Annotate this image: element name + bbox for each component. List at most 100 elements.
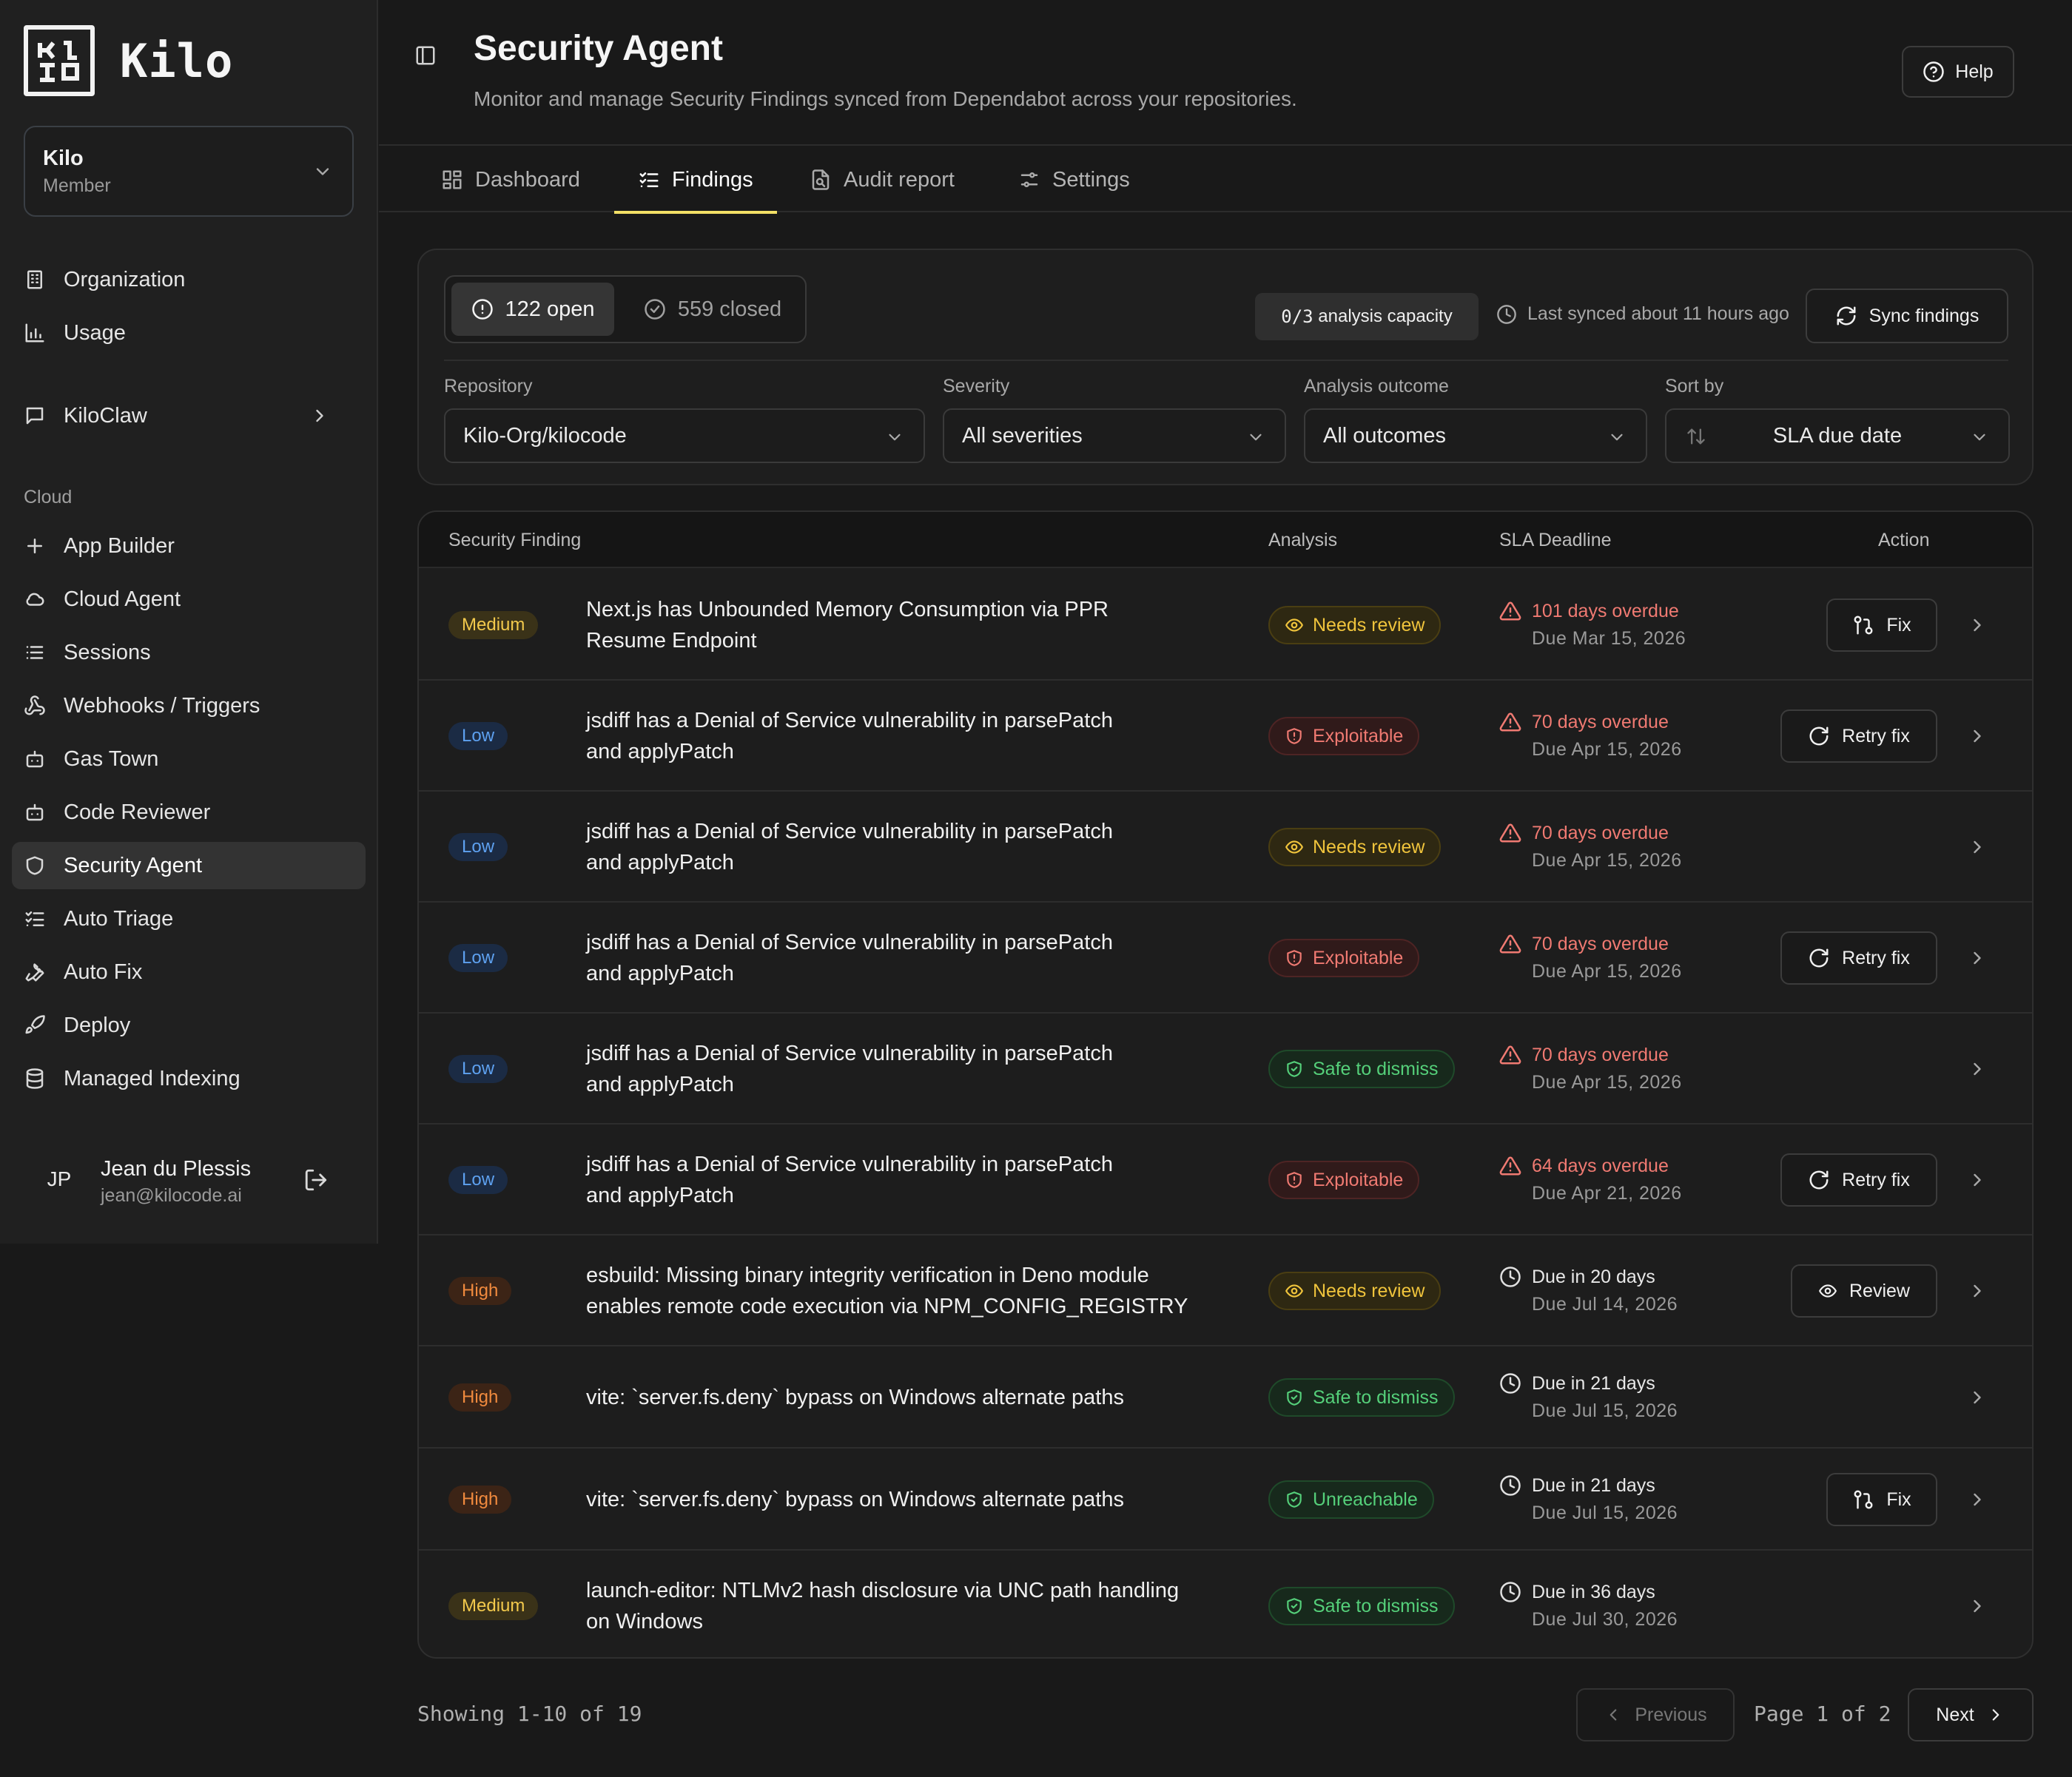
avatar[interactable]: JP [24,1156,95,1203]
chevron-right-icon[interactable] [1967,837,1988,857]
finding-title[interactable]: jsdiff has a Denial of Service vulnerabi… [586,1149,1230,1211]
finding-title-line: jsdiff has a Denial of Service vulnerabi… [586,820,1113,843]
closed-findings-toggle[interactable]: 559 closed [629,283,796,336]
sidebar-item-gas-town[interactable]: Gas Town [12,735,366,783]
logout-icon[interactable] [303,1167,329,1193]
table-row[interactable]: High vite: `server.fs.deny` bypass on Win… [419,1449,2032,1551]
review-button[interactable]: Review [1791,1264,1937,1318]
chevron-right-icon[interactable] [1967,948,1988,968]
analysis-badge: Unreachable [1268,1480,1434,1519]
finding-title[interactable]: launch-editor: NTLMv2 hash disclosure vi… [586,1575,1230,1637]
sidebar-item-auto-fix[interactable]: Auto Fix [12,948,366,996]
retry-fix-button[interactable]: Retry fix [1780,1153,1937,1207]
chevron-right-icon[interactable] [1967,726,1988,746]
file-audit-icon [810,169,832,191]
chevron-right-icon[interactable] [1967,1170,1988,1190]
divider [444,360,2008,361]
table-row[interactable]: Low jsdiff has a Denial of Service vulner… [419,1014,2032,1124]
sidebar-item-app-builder[interactable]: App Builder [12,522,366,570]
org-switcher[interactable]: Kilo Member [24,126,354,217]
chevron-right-icon[interactable] [1967,1387,1988,1408]
analysis-outcome-select[interactable]: All outcomes [1304,408,1647,463]
finding-title[interactable]: jsdiff has a Denial of Service vulnerabi… [586,927,1230,989]
fix-button[interactable]: Fix [1826,1473,1937,1526]
finding-title-line: and applyPatch [586,962,734,985]
chevron-left-icon [1604,1705,1623,1724]
chevron-right-icon[interactable] [1967,1596,1988,1616]
analysis-label: Safe to dismiss [1313,1386,1439,1408]
analysis-label: Needs review [1313,614,1425,635]
finding-title-line: and applyPatch [586,740,734,763]
finding-title[interactable]: vite: `server.fs.deny` bypass on Windows… [586,1382,1230,1413]
previous-page-button[interactable]: Previous [1576,1688,1735,1741]
severity-label: Severity [943,376,1010,397]
next-page-button[interactable]: Next [1908,1688,2034,1741]
table-row[interactable]: High esbuild: Missing binary integrity ve… [419,1235,2032,1346]
clock-icon [1499,1581,1521,1603]
sidebar-item-code-reviewer[interactable]: Code Reviewer [12,789,366,836]
severity-value: All severities [962,423,1083,448]
finding-title[interactable]: vite: `server.fs.deny` bypass on Windows… [586,1484,1230,1515]
logo[interactable]: Kilo [24,25,233,96]
sidebar-item-label: Usage [64,320,126,345]
chevron-right-icon[interactable] [1967,615,1988,635]
capacity-text: analysis capacity [1318,306,1453,326]
table-row[interactable]: Low jsdiff has a Denial of Service vulner… [419,792,2032,903]
table-row[interactable]: Medium launch-editor: NTLMv2 hash disclos… [419,1551,2032,1657]
page-header: Security Agent Monitor and manage Securi… [379,0,2072,146]
tab-audit-report[interactable]: Audit report [810,147,955,212]
retry-fix-button[interactable]: Retry fix [1780,709,1937,763]
finding-title[interactable]: Next.js has Unbounded Memory Consumption… [586,594,1230,656]
finding-title[interactable]: esbuild: Missing binary integrity verifi… [586,1260,1230,1322]
analysis-badge: Exploitable [1268,717,1420,755]
repository-select[interactable]: Kilo-Org/kilocode [444,408,925,463]
bot-icon [24,748,46,770]
sidebar-item-cloud-agent[interactable]: Cloud Agent [12,576,366,623]
fix-button[interactable]: Fix [1826,598,1937,652]
help-button[interactable]: Help [1902,46,2014,98]
open-findings-toggle[interactable]: 122 open [451,283,614,336]
repository-label: Repository [444,376,533,397]
chevron-right-icon[interactable] [1967,1489,1988,1510]
column-header-sla: SLA Deadline [1499,530,1612,550]
sidebar-item-security-agent[interactable]: Security Agent [12,842,366,889]
action-label: Review [1849,1280,1910,1301]
sidebar-item-label: Auto Triage [64,906,174,931]
finding-title[interactable]: jsdiff has a Denial of Service vulnerabi… [586,816,1230,878]
shield-alert-icon [1285,726,1304,746]
showing-range: Showing 1-10 of 19 [417,1702,642,1726]
rocket-icon [24,1014,46,1036]
sync-findings-button[interactable]: Sync findings [1806,289,2008,343]
action-label: Fix [1886,1488,1911,1510]
webhook-icon [24,695,46,717]
table-row[interactable]: Low jsdiff has a Denial of Service vulner… [419,1124,2032,1235]
finding-title[interactable]: jsdiff has a Denial of Service vulnerabi… [586,705,1230,767]
table-row[interactable]: High vite: `server.fs.deny` bypass on Win… [419,1346,2032,1449]
sidebar-item-auto-triage[interactable]: Auto Triage [12,895,366,943]
tab-findings[interactable]: Findings [614,147,777,214]
table-row[interactable]: Low jsdiff has a Denial of Service vulner… [419,681,2032,792]
sidebar-item-kiloclaw[interactable]: KiloClaw [12,392,366,439]
retry-fix-button[interactable]: Retry fix [1780,931,1937,985]
sidebar-item-usage[interactable]: Usage [12,309,366,357]
sidebar-item-label: Cloud Agent [64,587,181,611]
chevron-right-icon[interactable] [1967,1281,1988,1301]
tab-dashboard[interactable]: Dashboard [441,147,580,212]
severity-select[interactable]: All severities [943,408,1286,463]
finding-title[interactable]: jsdiff has a Denial of Service vulnerabi… [586,1038,1230,1100]
sort-by-select[interactable]: SLA due date [1665,408,2010,463]
sidebar-item-managed-indexing[interactable]: Managed Indexing [12,1055,366,1102]
table-row[interactable]: Medium Next.js has Unbounded Memory Consu… [419,570,2032,681]
sidebar-item-sessions[interactable]: Sessions [12,629,366,676]
sidebar-item-deploy[interactable]: Deploy [12,1002,366,1049]
sla-due-date: Due Jul 14, 2026 [1532,1294,1678,1315]
chevron-right-icon[interactable] [1967,1059,1988,1079]
analysis-badge: Needs review [1268,828,1442,866]
sidebar-item-webhooks-triggers[interactable]: Webhooks / Triggers [12,682,366,729]
column-header-analysis: Analysis [1268,530,1338,550]
sidebar-toggle-icon[interactable] [414,44,437,67]
finding-title-line: jsdiff has a Denial of Service vulnerabi… [586,1042,1113,1065]
tab-settings[interactable]: Settings [1018,147,1130,212]
sidebar-item-organization[interactable]: Organization [12,256,366,303]
table-row[interactable]: Low jsdiff has a Denial of Service vulner… [419,903,2032,1014]
